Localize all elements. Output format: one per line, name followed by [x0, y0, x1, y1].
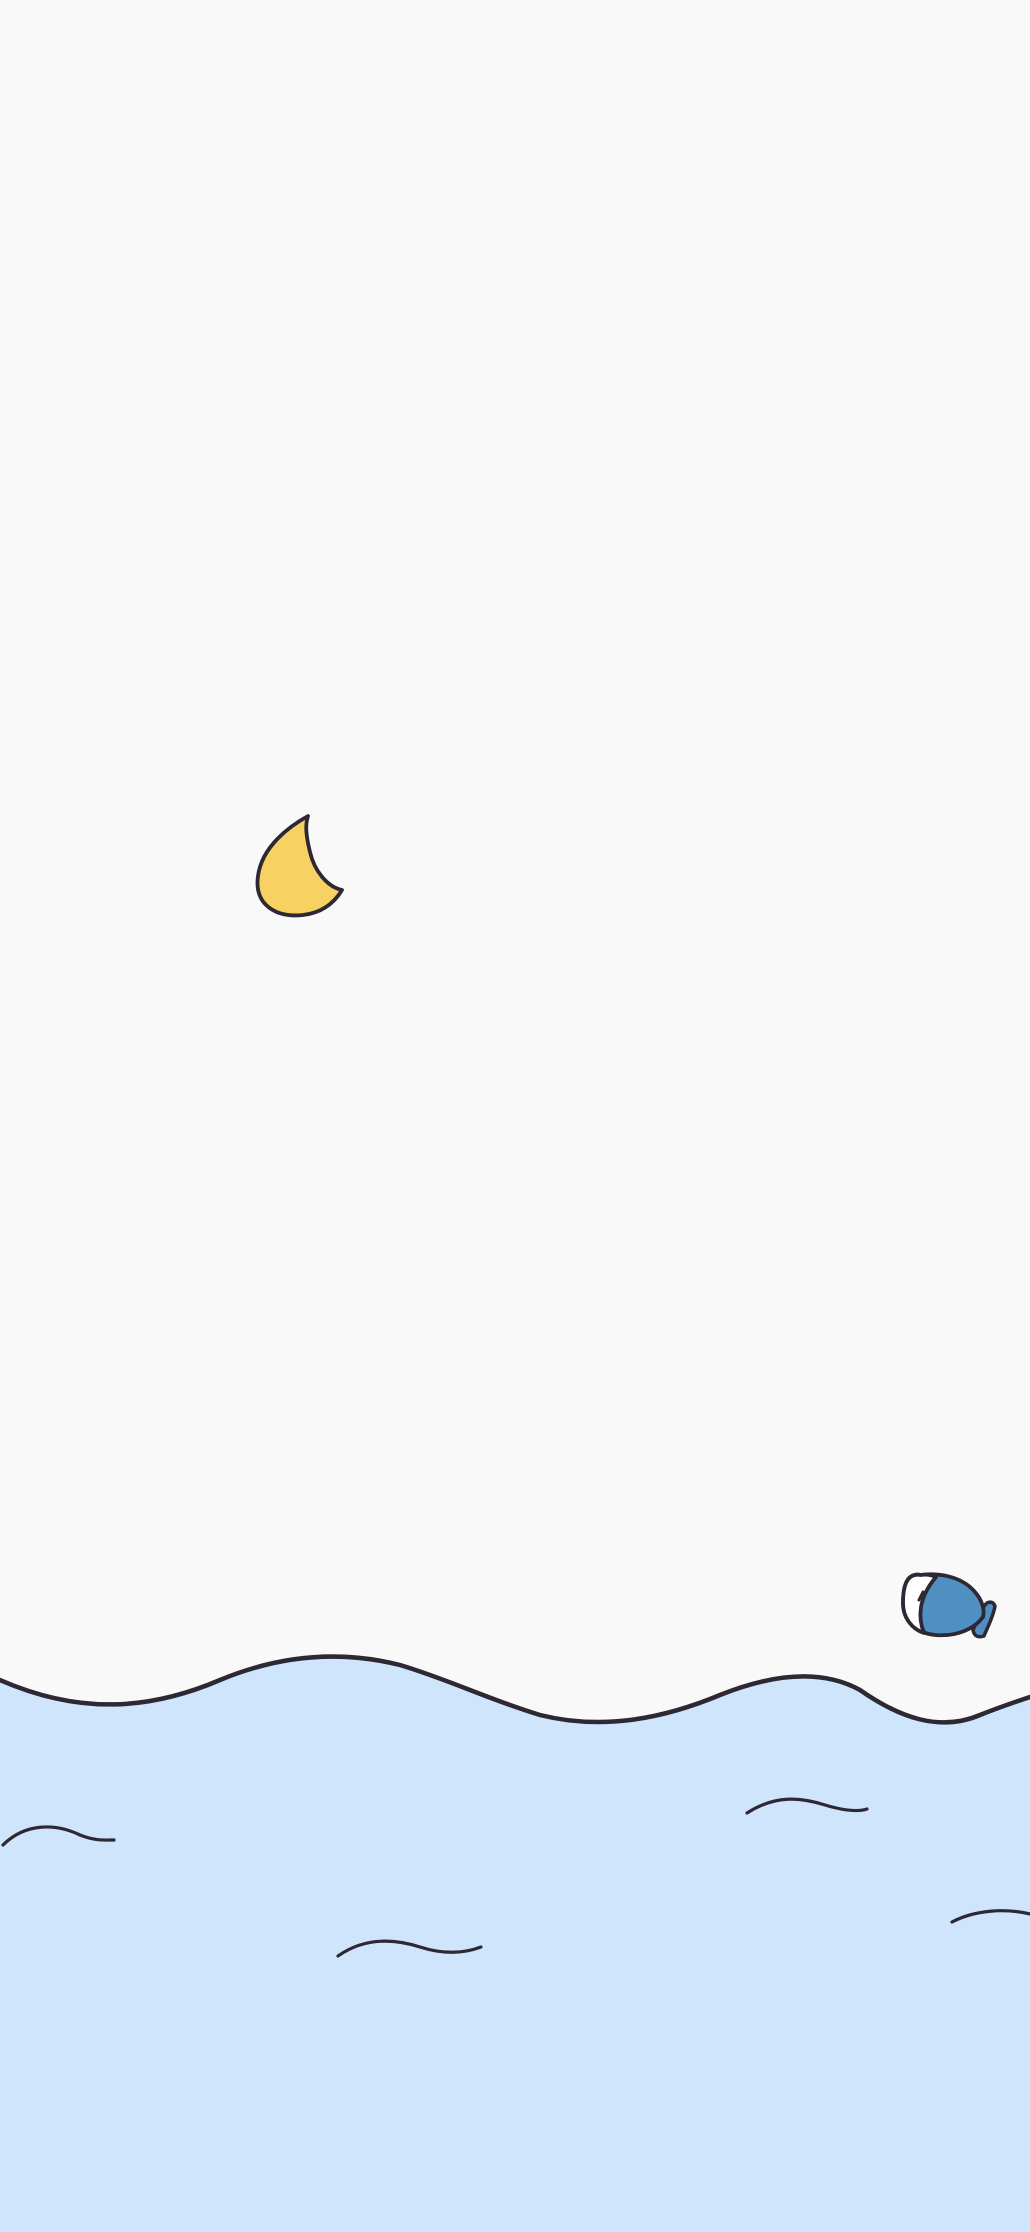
sea-fill — [0, 1656, 1030, 2232]
wallpaper-scene — [0, 0, 1030, 2232]
